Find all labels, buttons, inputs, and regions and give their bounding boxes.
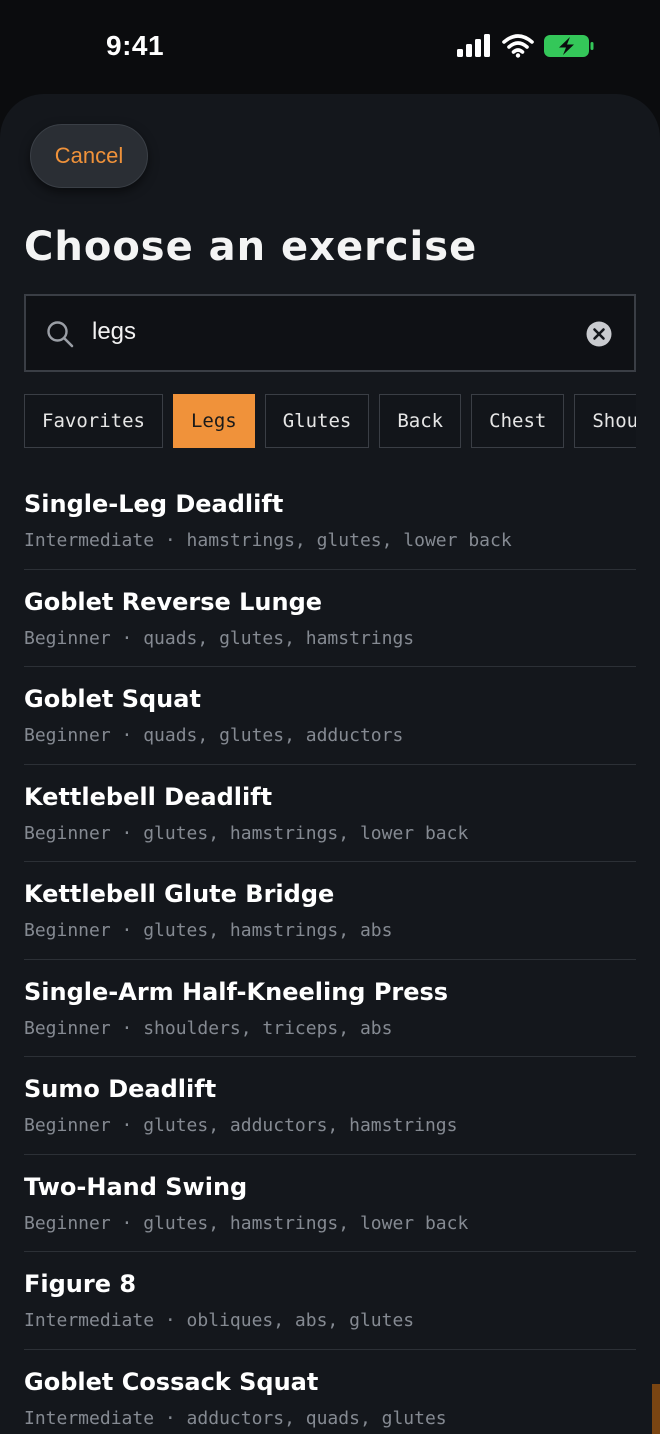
exercise-meta: Beginner · glutes, hamstrings, lower bac… <box>24 822 469 844</box>
exercise-name: Kettlebell Glute Bridge <box>24 880 335 908</box>
exercise-meta: Beginner · glutes, hamstrings, lower bac… <box>24 1212 469 1234</box>
filter-chip-glutes[interactable]: Glutes <box>264 394 370 448</box>
cancel-button[interactable]: Cancel <box>30 124 148 188</box>
clear-search-icon[interactable] <box>586 321 612 347</box>
exercise-name: Kettlebell Deadlift <box>24 782 273 811</box>
filter-chip-legs[interactable]: Legs <box>172 394 255 448</box>
exercise-list: Single-Leg Deadlift Intermediate · hamst… <box>24 472 636 1434</box>
filter-chip-shoulders[interactable]: Shoulders <box>574 394 636 448</box>
exercise-meta: Beginner · quads, glutes, hamstrings <box>24 627 415 649</box>
status-bar: 9:41 <box>0 0 660 96</box>
exercise-name: Two-Hand Swing <box>24 1172 248 1201</box>
exercise-meta: Intermediate · hamstrings, glutes, lower… <box>24 530 512 551</box>
exercise-row[interactable]: Sumo Deadlift Beginner · glutes, adducto… <box>24 1057 636 1155</box>
exercise-row[interactable]: Goblet Squat Beginner · quads, glutes, a… <box>24 667 636 765</box>
status-time: 9:41 <box>106 30 165 61</box>
exercise-name: Sumo Deadlift <box>24 1075 217 1103</box>
status-icons <box>456 34 594 58</box>
exercise-name: Single-Leg Deadlift <box>24 490 284 518</box>
exercise-row[interactable]: Two-Hand Swing Beginner · glutes, hamstr… <box>24 1155 636 1252</box>
exercise-name: Goblet Reverse Lunge <box>24 587 323 616</box>
filter-chips: Favorites Legs Glutes Back Chest Shoulde… <box>24 394 636 450</box>
exercise-row[interactable]: Kettlebell Deadlift Beginner · glutes, h… <box>24 765 636 862</box>
exercise-row[interactable]: Single-Leg Deadlift Intermediate · hamst… <box>24 472 636 570</box>
cellular-signal-icon <box>457 34 490 57</box>
exercise-meta: Beginner · shoulders, triceps, abs <box>24 1017 393 1039</box>
filter-chip-back[interactable]: Back <box>379 394 462 448</box>
page-title: Choose an exercise <box>24 224 478 270</box>
exercise-picker-sheet: Cancel Choose an exercise legs Favorites… <box>0 94 660 1434</box>
exercise-row[interactable]: Goblet Cossack Squat Intermediate · addu… <box>24 1350 636 1434</box>
exercise-row[interactable]: Goblet Reverse Lunge Beginner · quads, g… <box>24 570 636 667</box>
exercise-meta: Intermediate · obliques, abs, glutes <box>24 1310 415 1331</box>
exercise-row[interactable]: Kettlebell Glute Bridge Beginner · glute… <box>24 862 636 960</box>
exercise-name: Figure 8 <box>24 1270 137 1298</box>
exercise-meta: Beginner · glutes, hamstrings, abs <box>24 920 393 941</box>
exercise-meta: Beginner · quads, glutes, adductors <box>24 725 404 746</box>
search-input[interactable]: legs <box>92 318 136 346</box>
background-edge <box>652 1384 660 1434</box>
exercise-name: Goblet Squat <box>24 685 201 713</box>
exercise-name: Goblet Cossack Squat <box>24 1367 319 1396</box>
exercise-meta: Beginner · glutes, adductors, hamstrings <box>24 1115 458 1136</box>
exercise-row[interactable]: Figure 8 Intermediate · obliques, abs, g… <box>24 1252 636 1350</box>
exercise-name: Single-Arm Half-Kneeling Press <box>24 977 449 1006</box>
filter-chip-chest[interactable]: Chest <box>471 394 565 448</box>
wifi-icon <box>502 34 534 58</box>
filter-chip-favorites[interactable]: Favorites <box>24 394 163 448</box>
search-icon <box>47 321 74 348</box>
exercise-row[interactable]: Single-Arm Half-Kneeling Press Beginner … <box>24 960 636 1057</box>
battery-charging-icon <box>544 35 594 57</box>
exercise-meta: Intermediate · adductors, quads, glutes <box>24 1407 447 1429</box>
search-field[interactable]: legs <box>24 294 636 372</box>
